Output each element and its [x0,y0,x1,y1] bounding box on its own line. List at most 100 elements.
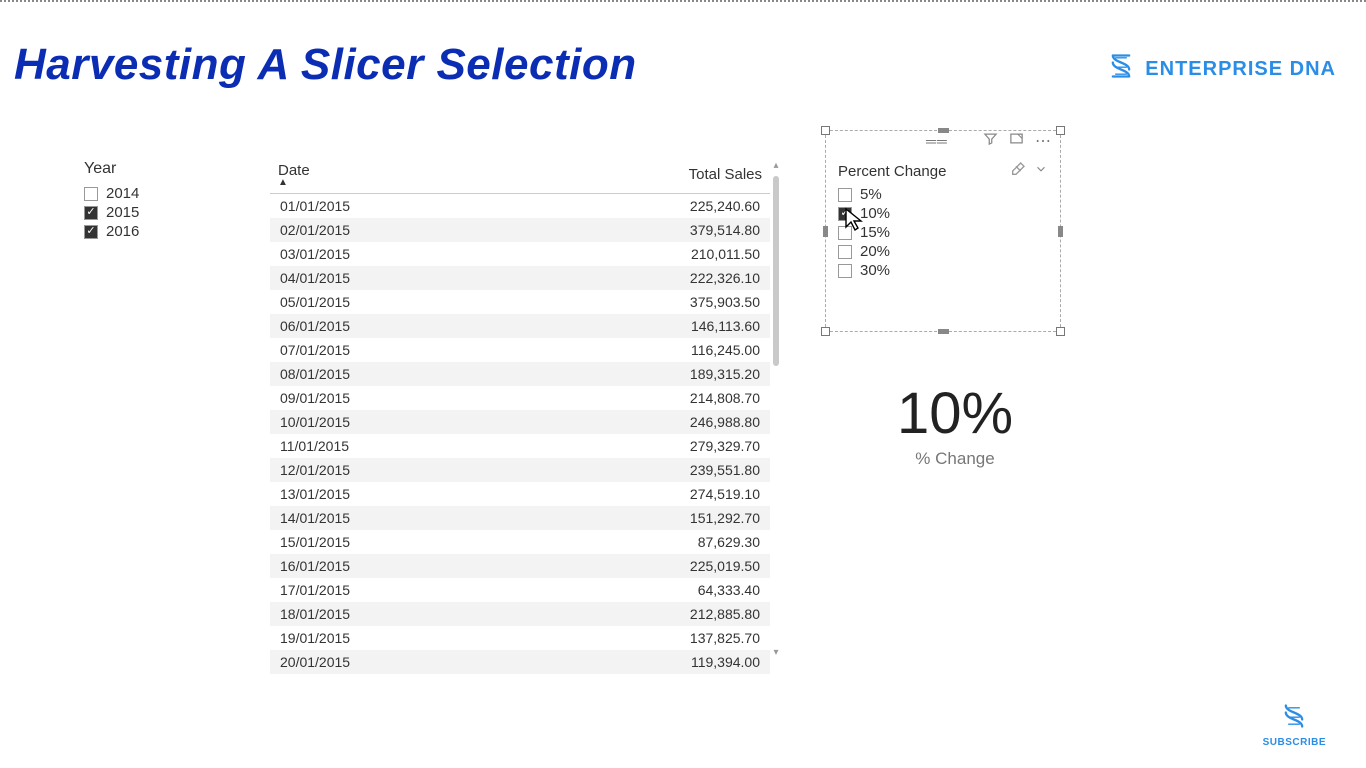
checkbox-icon[interactable]: ✓ [838,207,852,221]
percent-option[interactable]: 15% [838,223,1048,242]
cell-date: 19/01/2015 [270,626,520,650]
cell-sales: 189,315.20 [520,362,770,386]
sales-table-visual: Date ▲ Total Sales 01/01/2015225,240.600… [270,160,780,680]
table-row[interactable]: 14/01/2015151,292.70 [270,506,770,530]
column-header-date[interactable]: Date ▲ [270,160,520,194]
table-row[interactable]: 11/01/2015279,329.70 [270,434,770,458]
cell-date: 15/01/2015 [270,530,520,554]
subscribe-label: SUBSCRIBE [1263,737,1326,748]
cell-date: 01/01/2015 [270,194,520,219]
table-row[interactable]: 18/01/2015212,885.80 [270,602,770,626]
checkbox-icon[interactable] [84,187,98,201]
cell-date: 02/01/2015 [270,218,520,242]
year-option-label: 2014 [106,185,139,202]
checkbox-icon[interactable] [838,226,852,240]
checkbox-icon[interactable] [838,245,852,259]
cell-sales: 246,988.80 [520,410,770,434]
cell-date: 16/01/2015 [270,554,520,578]
cell-sales: 146,113.60 [520,314,770,338]
column-header-sales[interactable]: Total Sales [520,160,770,194]
cell-date: 06/01/2015 [270,314,520,338]
scroll-down-icon[interactable]: ▾ [772,647,780,658]
cell-sales: 274,519.10 [520,482,770,506]
percent-option-label: 20% [860,243,890,260]
focus-mode-icon[interactable] [1009,131,1024,151]
table-row[interactable]: 09/01/2015214,808.70 [270,386,770,410]
subscribe-badge[interactable]: SUBSCRIBE [1263,702,1326,748]
cell-date: 04/01/2015 [270,266,520,290]
table-row[interactable]: 12/01/2015239,551.80 [270,458,770,482]
percent-option[interactable]: 30% [838,261,1048,280]
checkbox-icon[interactable] [838,188,852,202]
brand-logo: ENTERPRISE DNA [1107,52,1336,87]
checkbox-icon[interactable]: ✓ [84,225,98,239]
table-row[interactable]: 19/01/2015137,825.70 [270,626,770,650]
table-row[interactable]: 16/01/2015225,019.50 [270,554,770,578]
table-row[interactable]: 06/01/2015146,113.60 [270,314,770,338]
chevron-down-icon[interactable] [1034,162,1048,180]
table-row[interactable]: 08/01/2015189,315.20 [270,362,770,386]
percent-option[interactable]: ✓10% [838,204,1048,223]
year-option[interactable]: ✓2015 [84,203,234,222]
cell-date: 07/01/2015 [270,338,520,362]
table-row[interactable]: 07/01/2015116,245.00 [270,338,770,362]
percent-option[interactable]: 20% [838,242,1048,261]
cell-sales: 212,885.80 [520,602,770,626]
percent-option-label: 15% [860,224,890,241]
cell-date: 05/01/2015 [270,290,520,314]
cell-date: 11/01/2015 [270,434,520,458]
percent-change-slicer[interactable]: ══ ⋯ Percent Change 5%✓10%15% 20% 30% [825,130,1061,332]
sales-table: Date ▲ Total Sales 01/01/2015225,240.600… [270,160,770,680]
percent-change-card: 10% % Change [825,380,1085,469]
more-options-icon[interactable]: ⋯ [1035,131,1052,151]
cell-date: 08/01/2015 [270,362,520,386]
year-slicer: Year 2014✓2015✓2016 [84,160,234,241]
drag-handle-icon[interactable]: ══ [926,133,948,149]
table-row[interactable]: 02/01/2015379,514.80 [270,218,770,242]
cell-sales: 379,514.80 [520,218,770,242]
table-row[interactable]: 10/01/2015246,988.80 [270,410,770,434]
table-row[interactable]: 01/01/2015225,240.60 [270,194,770,219]
scroll-up-icon[interactable]: ▴ [772,160,780,171]
year-option[interactable]: ✓ 2016 [84,222,234,241]
table-row[interactable]: 17/01/201564,333.40 [270,578,770,602]
checkbox-icon[interactable] [838,264,852,278]
cell-sales: 222,326.10 [520,266,770,290]
percent-option[interactable]: 5% [838,185,1048,204]
cell-sales: 64,333.40 [520,578,770,602]
cell-date: 18/01/2015 [270,602,520,626]
dna-icon [1107,52,1135,87]
cell-sales: 119,394.00 [520,650,770,674]
filter-icon[interactable] [983,131,998,151]
table-row[interactable]: 13/01/2015274,519.10 [270,482,770,506]
year-option[interactable]: 2014 [84,184,234,203]
table-row[interactable]: 05/01/2015375,903.50 [270,290,770,314]
cell-date: 21/01/2015 [270,674,520,680]
cell-date: 14/01/2015 [270,506,520,530]
cell-date: 10/01/2015 [270,410,520,434]
cell-date: 17/01/2015 [270,578,520,602]
year-option-label: 2016 [106,223,139,240]
table-row[interactable]: 03/01/2015210,011.50 [270,242,770,266]
percent-option-label: 30% [860,262,890,279]
cell-sales: 239,551.80 [520,458,770,482]
percent-slicer-title: Percent Change [838,163,946,180]
checkbox-icon[interactable]: ✓ [84,206,98,220]
cell-sales: 87,629.30 [520,530,770,554]
cell-sales: 225,019.50 [520,554,770,578]
table-scrollbar[interactable]: ▴ ▾ [772,160,780,680]
cell-date: 09/01/2015 [270,386,520,410]
cell-sales: 225,240.60 [520,194,770,219]
cell-sales: 151,292.70 [520,506,770,530]
clear-selection-icon[interactable] [1010,161,1026,181]
table-row[interactable]: 21/01/2015374,664.00 [270,674,770,680]
table-row[interactable]: 04/01/2015222,326.10 [270,266,770,290]
scroll-thumb[interactable] [773,176,779,366]
cell-date: 03/01/2015 [270,242,520,266]
cell-sales: 374,664.00 [520,674,770,680]
visual-header: ══ ⋯ [826,130,1060,152]
percent-option-label: 5% [860,186,882,203]
table-row[interactable]: 15/01/201587,629.30 [270,530,770,554]
table-row[interactable]: 20/01/2015119,394.00 [270,650,770,674]
card-value: 10% [825,380,1085,447]
